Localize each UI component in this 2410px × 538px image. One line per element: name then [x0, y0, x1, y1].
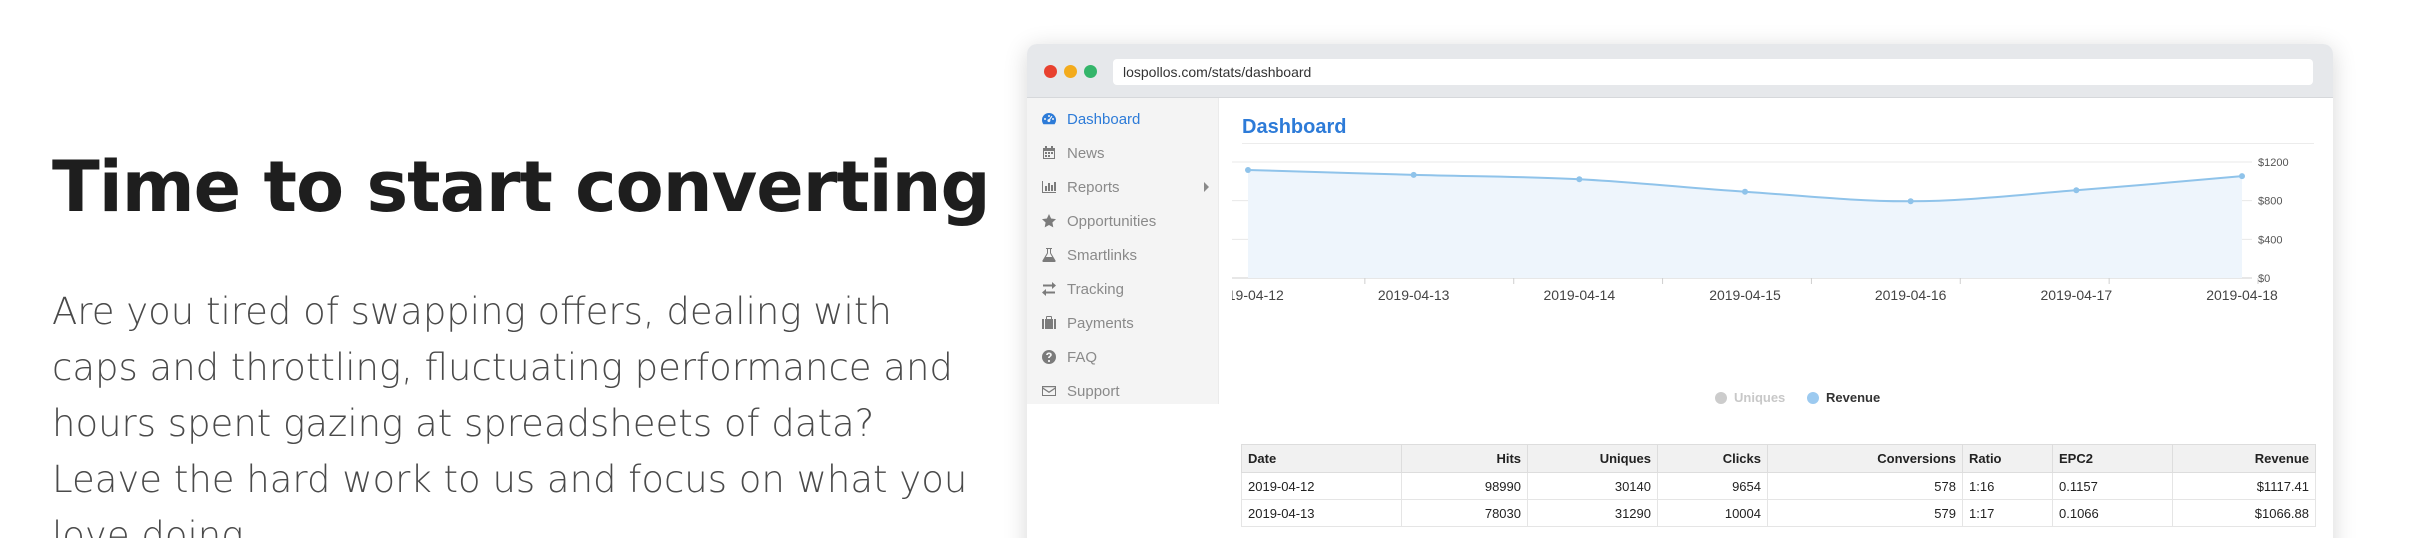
y-tick-label: $800 [2258, 196, 2282, 208]
revenue-chart: $0 $400 $800 $1200 2019-04-12 2019-04-13 2019-… [1232, 157, 2289, 303]
column-header[interactable]: Clicks [1657, 444, 1768, 473]
star-icon [1027, 213, 1063, 229]
legend-label: Revenue [1826, 390, 1881, 405]
question-circle-icon [1027, 349, 1063, 365]
sidebar-item-label: Dashboard [1067, 110, 1141, 128]
x-tick-label: 2019-04-18 [2206, 287, 2278, 303]
table-cell: 1:17 [1962, 499, 2053, 527]
sidebar-item-label: Opportunities [1067, 212, 1157, 230]
column-header[interactable]: Hits [1401, 444, 1528, 473]
revenue-point [1245, 166, 1251, 173]
sidebar-item-news[interactable]: News [1027, 136, 1219, 170]
column-header[interactable]: EPC2 [2052, 444, 2173, 473]
legend-label: Uniques [1734, 390, 1786, 405]
exchange-icon [1027, 281, 1063, 297]
revenue-point [1576, 176, 1583, 183]
table-row: 2019-04-13 78030 31290 10004 579 1:17 0.… [1241, 499, 2316, 527]
sidebar-item-label: Payments [1067, 314, 1134, 332]
table-cell: 30140 [1527, 472, 1658, 500]
table-cell: 31290 [1527, 499, 1658, 527]
table-cell: 0.1066 [2052, 499, 2173, 527]
x-tick-label: 2019-04-17 [2041, 287, 2113, 303]
sidebar-item-label: Reports [1067, 178, 1120, 196]
revenue-point [2239, 173, 2245, 180]
sidebar-item-payments[interactable]: Payments [1027, 306, 1219, 340]
title-divider [1242, 143, 2314, 144]
y-tick-label: $1200 [2258, 157, 2289, 169]
sidebar-item-smartlinks[interactable]: Smartlinks [1027, 238, 1219, 272]
minimize-window-dot[interactable] [1064, 65, 1077, 78]
sidebar-item-faq[interactable]: FAQ [1027, 340, 1219, 374]
sidebar-item-label: News [1067, 144, 1105, 162]
table-cell: 10004 [1657, 499, 1768, 527]
column-header[interactable]: Conversions [1767, 444, 1963, 473]
address-bar[interactable]: lospollos.com/stats/dashboard [1113, 59, 2313, 85]
sidebar-item-label: Smartlinks [1067, 246, 1138, 264]
calendar-icon [1027, 145, 1063, 161]
maximize-window-dot[interactable] [1084, 65, 1097, 78]
table-cell: $1117.41 [2172, 472, 2316, 500]
table-cell: 98990 [1401, 472, 1528, 500]
page-title: Dashboard [1242, 116, 1347, 138]
sidebar-item-dashboard[interactable]: Dashboard [1027, 102, 1219, 136]
sidebar-item-tracking[interactable]: Tracking [1027, 272, 1219, 306]
dashboard-icon [1027, 111, 1063, 127]
sidebar-item-label: FAQ [1067, 348, 1098, 366]
table-header-row: Date Hits Uniques Clicks Conversions Rat… [1241, 444, 2316, 473]
sidebar-item-reports[interactable]: Reports [1027, 170, 1219, 204]
column-header[interactable]: Revenue [2172, 444, 2316, 473]
legend-item-revenue[interactable]: Revenue [1807, 390, 1880, 405]
hero-title: Time to start converting [52, 146, 991, 228]
revenue-area [1248, 169, 2242, 278]
table-cell: 2019-04-13 [1241, 499, 1402, 527]
table-cell: 78030 [1401, 499, 1528, 527]
table-cell: 1:16 [1962, 472, 2053, 500]
stats-table: Date Hits Uniques Clicks Conversions Rat… [1241, 444, 2316, 527]
table-cell: 9654 [1657, 472, 1768, 500]
flask-icon [1027, 247, 1063, 263]
legend-item-uniques[interactable]: Uniques [1715, 390, 1785, 405]
table-cell: 578 [1767, 472, 1963, 500]
y-tick-label: $400 [2258, 234, 2282, 246]
table-cell: 0.1157 [2052, 472, 2173, 500]
bar-chart-icon [1027, 179, 1063, 195]
table-cell: 579 [1767, 499, 1963, 527]
close-window-dot[interactable] [1044, 65, 1057, 78]
legend-swatch [1715, 391, 1727, 404]
column-header[interactable]: Ratio [1962, 444, 2053, 473]
table-row: 2019-04-12 98990 30140 9654 578 1:16 0.1… [1241, 472, 2316, 500]
x-tick-label: 2019-04-16 [1875, 287, 1947, 303]
revenue-point [2073, 187, 2080, 194]
browser-window: lospollos.com/stats/dashboard Dashboard … [1027, 44, 2333, 538]
legend-swatch [1807, 391, 1819, 404]
hero-description: Are you tired of swapping offers, dealin… [52, 290, 968, 538]
table-cell: 2019-04-12 [1241, 472, 1402, 500]
column-header[interactable]: Date [1241, 444, 1402, 473]
table-cell: $1066.88 [2172, 499, 2316, 527]
sidebar: Dashboard News Reports Opportunities Sma… [1027, 98, 1219, 404]
x-tick-label: 2019-04-14 [1544, 287, 1616, 303]
briefcase-icon [1027, 315, 1063, 331]
revenue-point [1907, 198, 1914, 205]
x-tick-label: 2019-04-13 [1378, 287, 1450, 303]
x-tick-label: 2019-04-12 [1232, 287, 1284, 303]
column-header[interactable]: Uniques [1527, 444, 1658, 473]
x-tick-label: 2019-04-15 [1709, 287, 1781, 303]
sidebar-item-label: Tracking [1067, 280, 1124, 298]
chart-legend: Uniques Revenue [1027, 390, 2333, 410]
y-tick-label: $0 [2258, 273, 2270, 285]
revenue-point [1410, 171, 1417, 178]
sidebar-item-opportunities[interactable]: Opportunities [1027, 204, 1219, 238]
browser-titlebar: lospollos.com/stats/dashboard [1027, 44, 2333, 98]
submenu-caret-icon [1204, 182, 1209, 192]
revenue-point [1742, 188, 1748, 195]
